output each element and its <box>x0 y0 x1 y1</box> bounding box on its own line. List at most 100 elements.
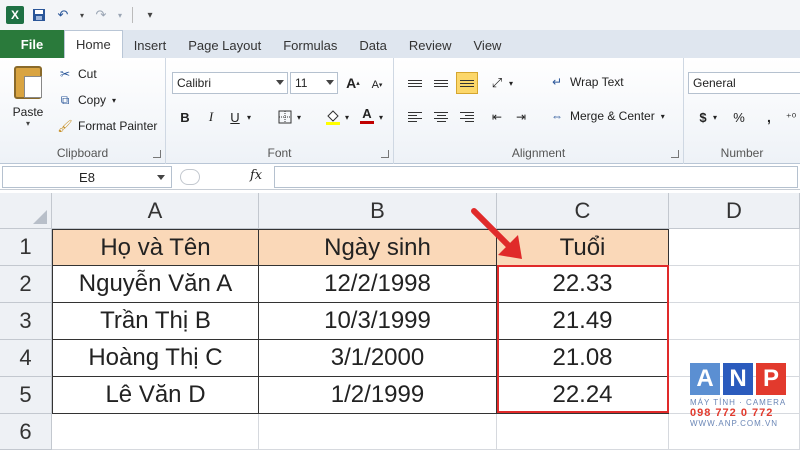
align-left-button[interactable] <box>404 106 426 128</box>
copy-button[interactable]: ⧉ Copy ▾ <box>58 90 116 110</box>
row-header-1[interactable]: 1 <box>0 229 52 266</box>
borders-icon <box>278 110 292 124</box>
cell-d1[interactable] <box>669 229 800 266</box>
grow-font-button[interactable]: A ▴ <box>342 72 364 94</box>
formula-input[interactable] <box>274 166 798 188</box>
logo-website: WWW.ANP.COM.VN <box>690 419 779 428</box>
wrap-text-button[interactable]: ↵ Wrap Text <box>550 72 624 92</box>
tab-file[interactable]: File <box>0 30 64 58</box>
column-header-b[interactable]: B <box>259 193 497 229</box>
save-icon[interactable] <box>30 6 48 24</box>
middle-align-button[interactable] <box>430 72 452 94</box>
align-left-icon <box>408 112 422 122</box>
redo-dropdown-icon[interactable]: ▾ <box>116 6 124 24</box>
tab-page-layout[interactable]: Page Layout <box>177 32 272 58</box>
row-header-6[interactable]: 6 <box>0 414 52 450</box>
font-color-dropdown-icon[interactable]: ▾ <box>376 106 386 128</box>
row-header-4[interactable]: 4 <box>0 340 52 377</box>
column-header-d[interactable]: D <box>669 193 800 229</box>
cell-a5[interactable]: Lê Văn D <box>52 377 259 414</box>
cut-button[interactable]: ✂ Cut <box>58 64 97 84</box>
redo-icon[interactable]: ↷ <box>92 6 110 24</box>
cell-b6[interactable] <box>259 414 497 450</box>
underline-button[interactable]: U <box>224 106 246 128</box>
cell-b4[interactable]: 3/1/2000 <box>259 340 497 377</box>
ribbon: Paste ▾ ✂ Cut ⧉ Copy ▾ 🖌 Format Painter … <box>0 58 800 164</box>
cell-d2[interactable] <box>669 266 800 303</box>
increase-decimal-button[interactable]: ⁺⁰ <box>780 106 800 128</box>
number-format-select[interactable]: General <box>688 72 800 94</box>
tab-formulas[interactable]: Formulas <box>272 32 348 58</box>
fill-color-button[interactable] <box>322 106 344 128</box>
tab-review[interactable]: Review <box>398 32 463 58</box>
format-painter-button[interactable]: 🖌 Format Painter <box>57 116 157 136</box>
undo-dropdown-icon[interactable]: ▾ <box>78 6 86 24</box>
name-box-value: E8 <box>79 169 95 185</box>
currency-dropdown-icon[interactable]: ▾ <box>710 106 720 128</box>
decrease-indent-button[interactable]: ⇤ <box>486 106 508 128</box>
bold-button[interactable]: B <box>174 106 196 128</box>
merge-dropdown-icon[interactable]: ▾ <box>661 112 665 121</box>
cell-c6[interactable] <box>497 414 669 450</box>
cell-b2[interactable]: 12/2/1998 <box>259 266 497 303</box>
cell-a3[interactable]: Trần Thị B <box>52 303 259 340</box>
fill-color-dropdown-icon[interactable]: ▾ <box>342 106 352 128</box>
clipboard-group-label: Clipboard <box>56 146 109 160</box>
cell-d3[interactable] <box>669 303 800 340</box>
clipboard-launcher-icon[interactable] <box>153 150 161 158</box>
alignment-launcher-icon[interactable] <box>671 150 679 158</box>
anp-letters: A N P <box>690 363 790 395</box>
font-size-select[interactable]: 11 <box>290 72 338 94</box>
font-color-button[interactable]: A <box>356 104 378 126</box>
formula-bar-resize-handle[interactable] <box>180 169 200 185</box>
row-header-2[interactable]: 2 <box>0 266 52 303</box>
percent-button[interactable]: % <box>728 106 750 128</box>
shrink-font-button[interactable]: A ▾ <box>366 74 388 96</box>
top-align-button[interactable] <box>404 72 426 94</box>
cell-a4[interactable]: Hoàng Thị C <box>52 340 259 377</box>
align-right-button[interactable] <box>456 106 478 128</box>
column-header-a[interactable]: A <box>52 193 259 229</box>
tab-view[interactable]: View <box>463 32 513 58</box>
customize-toolbar-icon[interactable]: ▾ <box>141 6 159 24</box>
number-format-value: General <box>693 76 736 90</box>
row-header-5[interactable]: 5 <box>0 377 52 414</box>
copy-dropdown-icon[interactable]: ▾ <box>112 96 116 105</box>
increase-indent-button[interactable]: ⇥ <box>510 106 532 128</box>
orientation-button[interactable]: ⤢ <box>486 72 508 94</box>
tab-insert[interactable]: Insert <box>123 32 178 58</box>
comma-style-button[interactable]: , <box>758 106 780 128</box>
tab-home[interactable]: Home <box>64 30 123 58</box>
cell-b5[interactable]: 1/2/1999 <box>259 377 497 414</box>
merge-center-button[interactable]: ⇔ Merge & Center ▾ <box>550 106 665 126</box>
undo-icon[interactable]: ↶ <box>54 6 72 24</box>
logo-letter-n: N <box>723 363 753 395</box>
italic-button[interactable]: I <box>200 106 222 128</box>
bottom-align-button[interactable] <box>456 72 478 94</box>
formula-bar: E8 fx <box>0 164 800 190</box>
grow-font-label: A <box>346 75 357 91</box>
borders-dropdown-icon[interactable]: ▾ <box>294 106 304 128</box>
orientation-dropdown-icon[interactable]: ▾ <box>506 72 516 94</box>
tab-data[interactable]: Data <box>348 32 397 58</box>
borders-button[interactable] <box>274 106 296 128</box>
quick-access-toolbar: X ↶ ▾ ↷ ▾ ▾ <box>0 0 800 30</box>
font-launcher-icon[interactable] <box>381 150 389 158</box>
paste-button[interactable]: Paste ▾ <box>10 66 46 128</box>
insert-function-icon[interactable]: fx <box>250 168 262 183</box>
font-name-select[interactable]: Calibri <box>172 72 288 94</box>
cell-b3[interactable]: 10/3/1999 <box>259 303 497 340</box>
name-box[interactable]: E8 <box>2 166 172 188</box>
row-header-3[interactable]: 3 <box>0 303 52 340</box>
cell-b1[interactable]: Ngày sinh <box>259 229 497 266</box>
font-size-value: 11 <box>295 76 308 90</box>
cell-a6[interactable] <box>52 414 259 450</box>
align-center-button[interactable] <box>430 106 452 128</box>
wrap-text-label: Wrap Text <box>570 75 624 89</box>
cell-a1[interactable]: Họ và Tên <box>52 229 259 266</box>
paste-dropdown-icon[interactable]: ▾ <box>26 119 30 128</box>
select-all-corner[interactable] <box>0 193 52 229</box>
cell-a2[interactable]: Nguyễn Văn A <box>52 266 259 303</box>
underline-dropdown-icon[interactable]: ▾ <box>244 106 254 128</box>
font-color-glyph: A <box>362 105 372 121</box>
